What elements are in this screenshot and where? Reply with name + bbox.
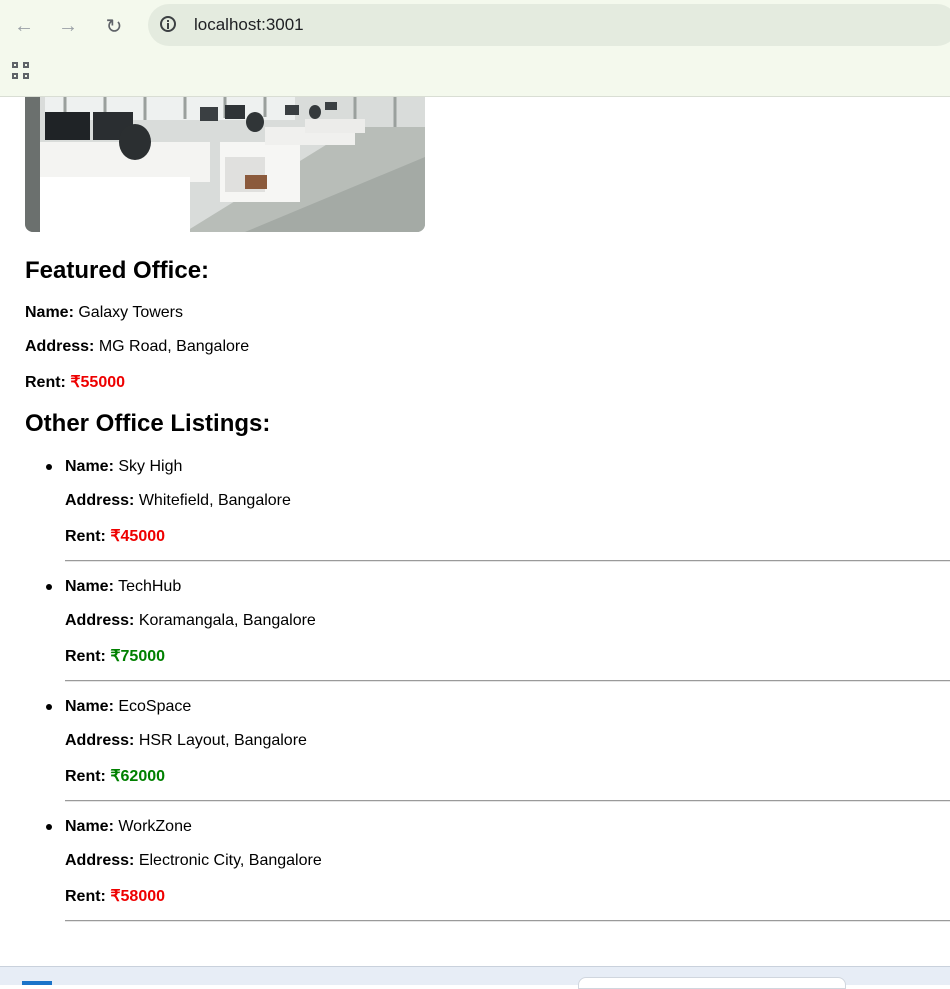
- listing-rent: Rent: ₹75000: [65, 646, 165, 666]
- list-bullet: [46, 824, 52, 830]
- name-value: EcoSpace: [118, 698, 192, 715]
- name-value: WorkZone: [118, 818, 192, 835]
- featured-rent: Rent: ₹55000: [25, 372, 125, 392]
- name-value: Galaxy Towers: [78, 304, 183, 321]
- address-value: MG Road, Bangalore: [98, 338, 250, 355]
- listing-name: Name: WorkZone: [65, 818, 192, 836]
- listing-address: Address: Electronic City, Bangalore: [65, 852, 322, 870]
- listing-address: Address: Whitefield, Bangalore: [65, 492, 291, 510]
- taskbar: [0, 966, 950, 989]
- rent-value: ₹55000: [70, 374, 126, 391]
- back-arrow-icon[interactable]: ←: [8, 10, 40, 42]
- listing-name: Name: TechHub: [65, 578, 181, 596]
- rent-value: ₹75000: [110, 648, 166, 665]
- url-text[interactable]: localhost:3001: [194, 15, 304, 35]
- name-label: Name:: [65, 458, 114, 475]
- rent-label: Rent:: [65, 648, 106, 665]
- rent-label: Rent:: [65, 768, 106, 785]
- name-label: Name:: [65, 818, 114, 835]
- listing-divider: [65, 560, 950, 562]
- rent-label: Rent:: [25, 374, 66, 391]
- address-value: Whitefield, Bangalore: [138, 492, 291, 509]
- featured-address: Address: MG Road, Bangalore: [25, 338, 249, 356]
- office-image: [25, 97, 425, 232]
- start-icon[interactable]: [22, 981, 52, 985]
- list-bullet: [46, 464, 52, 470]
- address-label: Address:: [65, 492, 135, 509]
- list-bullet: [46, 584, 52, 590]
- listing-rent: Rent: ₹45000: [65, 526, 165, 546]
- taskbar-search[interactable]: [578, 977, 846, 989]
- featured-heading: Featured Office:: [25, 257, 210, 284]
- name-label: Name:: [65, 698, 114, 715]
- listing-name: Name: EcoSpace: [65, 698, 191, 716]
- address-label: Address:: [65, 852, 135, 869]
- rent-value: ₹62000: [110, 768, 166, 785]
- other-listings-heading: Other Office Listings:: [25, 410, 271, 437]
- listing-divider: [65, 680, 950, 682]
- address-value: HSR Layout, Bangalore: [138, 732, 307, 749]
- address-bar[interactable]: localhost:3001: [148, 4, 950, 46]
- listing-address: Address: Koramangala, Bangalore: [65, 612, 316, 630]
- rent-label: Rent:: [65, 528, 106, 545]
- address-value: Electronic City, Bangalore: [138, 852, 322, 869]
- rent-value: ₹58000: [110, 888, 166, 905]
- name-value: TechHub: [118, 578, 182, 595]
- browser-toolbar: ← → ↻ localhost:3001: [0, 0, 950, 52]
- address-label: Address:: [65, 612, 135, 629]
- name-label: Name:: [65, 578, 114, 595]
- featured-name: Name: Galaxy Towers: [25, 304, 183, 322]
- apps-grid-icon[interactable]: [12, 62, 32, 82]
- listing-divider: [65, 800, 950, 802]
- page-content: Featured Office: Name: Galaxy Towers Add…: [0, 97, 950, 965]
- reload-icon[interactable]: ↻: [98, 10, 130, 42]
- listing-address: Address: HSR Layout, Bangalore: [65, 732, 307, 750]
- rent-value: ₹45000: [110, 528, 166, 545]
- listing-rent: Rent: ₹58000: [65, 886, 165, 906]
- address-value: Koramangala, Bangalore: [138, 612, 316, 629]
- bookmarks-bar: [0, 52, 950, 97]
- rent-label: Rent:: [65, 888, 106, 905]
- listing-name: Name: Sky High: [65, 458, 182, 476]
- list-bullet: [46, 704, 52, 710]
- address-label: Address:: [65, 732, 135, 749]
- name-value: Sky High: [118, 458, 183, 475]
- name-label: Name:: [25, 304, 74, 321]
- forward-arrow-icon[interactable]: →: [52, 10, 84, 42]
- address-label: Address:: [25, 338, 95, 355]
- listing-rent: Rent: ₹62000: [65, 766, 165, 786]
- listing-divider: [65, 920, 950, 922]
- site-info-icon[interactable]: [160, 16, 176, 32]
